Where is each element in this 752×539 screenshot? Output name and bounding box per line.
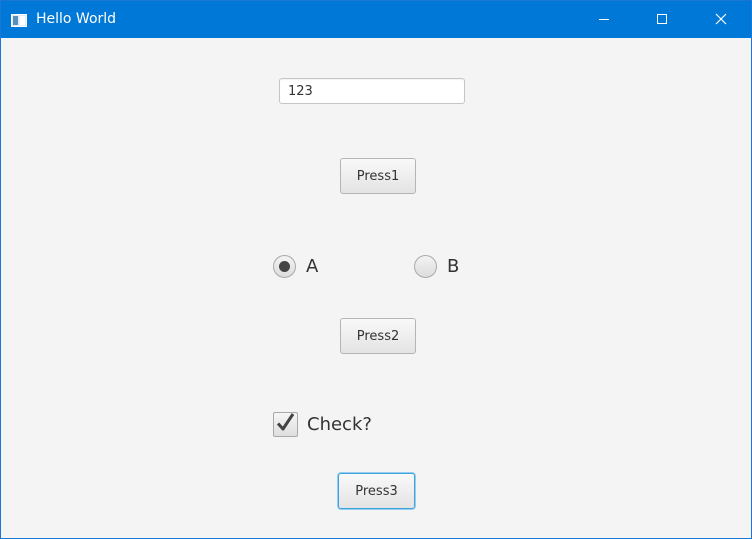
radio-option-b[interactable]: B xyxy=(414,253,459,279)
close-button[interactable] xyxy=(691,1,751,38)
window-title: Hello World xyxy=(36,11,117,27)
title-bar[interactable]: Hello World xyxy=(1,1,751,38)
maximize-icon xyxy=(656,10,668,29)
close-icon xyxy=(715,10,727,29)
radio-selected-dot xyxy=(279,260,290,272)
radio-a-indicator[interactable] xyxy=(273,254,296,278)
minimize-icon xyxy=(598,10,610,29)
app-window-icon xyxy=(11,12,27,27)
radio-b-indicator[interactable] xyxy=(414,254,437,278)
radio-b-label: B xyxy=(447,255,460,277)
check-checkbox[interactable]: Check? xyxy=(273,411,372,438)
checkmark-icon xyxy=(275,412,296,437)
press3-button[interactable]: Press3 xyxy=(338,473,415,509)
press2-button[interactable]: Press2 xyxy=(340,318,416,354)
checkbox-label: Check? xyxy=(307,414,372,435)
maximize-button[interactable] xyxy=(633,1,691,38)
checkbox-indicator[interactable] xyxy=(273,412,298,437)
app-window: Hello World Press1 xyxy=(0,0,752,539)
radio-a-label: A xyxy=(306,255,319,277)
minimize-button[interactable] xyxy=(575,1,633,38)
radio-option-a[interactable]: A xyxy=(273,253,318,279)
text-input[interactable] xyxy=(279,78,465,104)
press1-button[interactable]: Press1 xyxy=(340,158,416,194)
